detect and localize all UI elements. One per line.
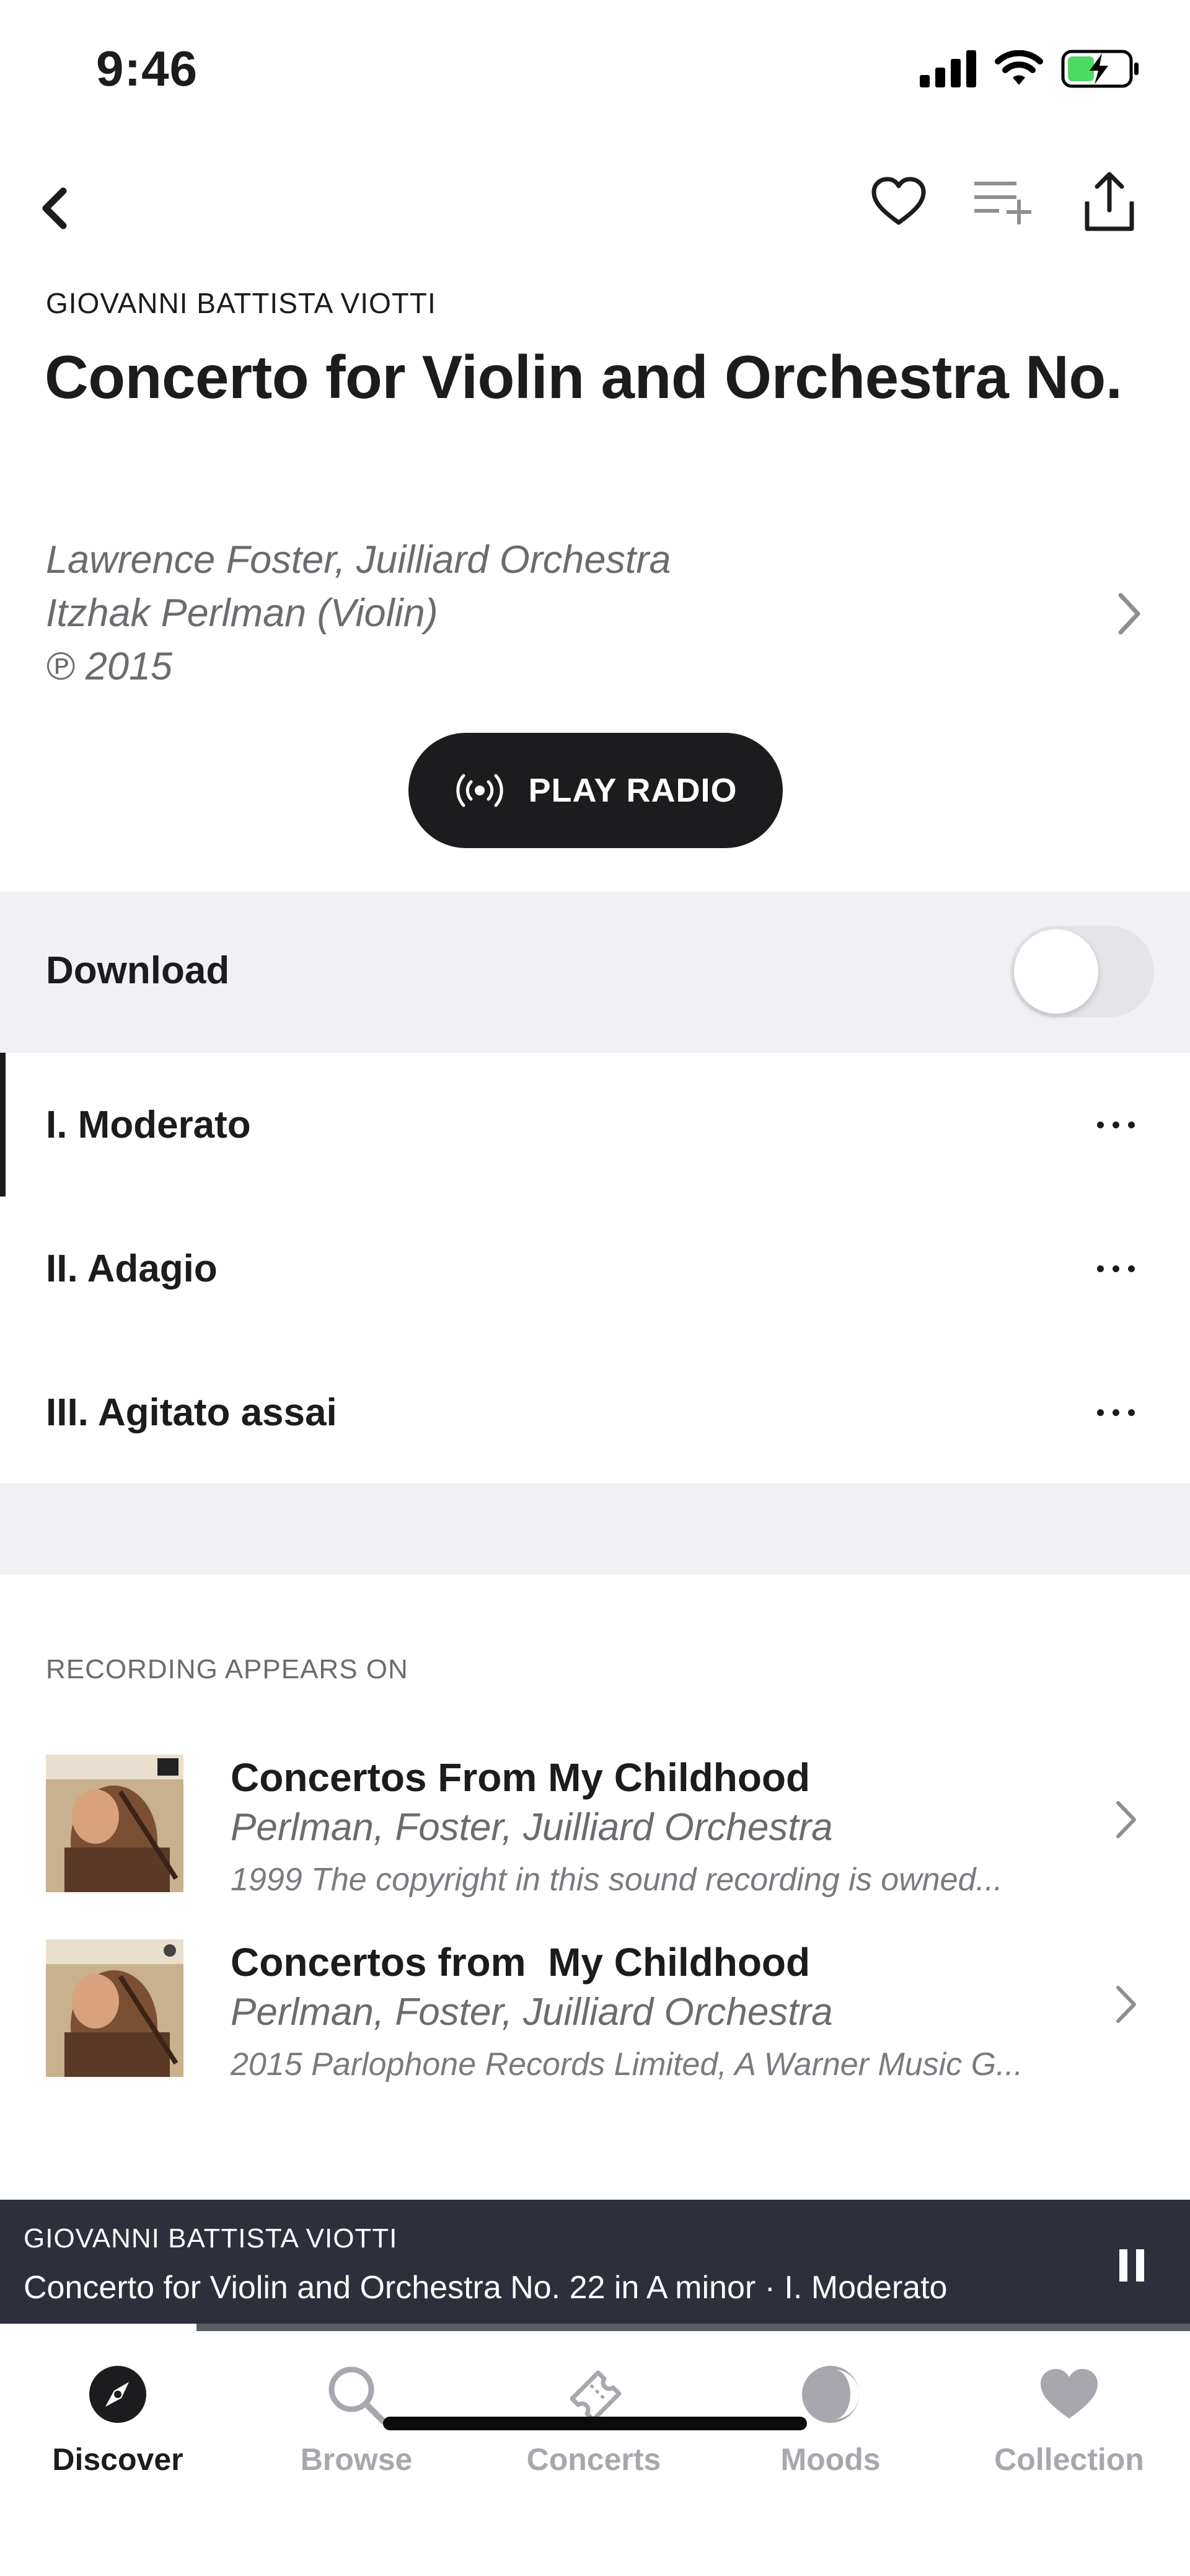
status-time: 9:46 <box>96 41 198 96</box>
header-actions <box>868 167 1140 236</box>
tab-discover[interactable]: Discover <box>25 2357 211 2477</box>
favorite-button[interactable] <box>868 167 930 236</box>
tab-label: Collection <box>994 2442 1144 2477</box>
tab-label: Browse <box>300 2442 413 2477</box>
credits-soloist: Itzhak Perlman (Violin) <box>46 591 438 635</box>
more-icon-dot <box>1127 1121 1135 1128</box>
chevron-right-icon <box>1116 1986 1136 2023</box>
album-title: Concertos From My Childhood <box>231 1755 811 1800</box>
more-icon-dot <box>1112 1121 1119 1128</box>
now-playing-composer: GIOVANNI BATTISTA VIOTTI <box>24 2223 398 2254</box>
back-button[interactable] <box>25 174 81 242</box>
track-title: II. Adagio <box>46 1247 218 1290</box>
credits-chevron-button[interactable] <box>1103 583 1153 645</box>
play-radio-button[interactable]: PLAY RADIO <box>408 733 783 848</box>
more-icon-dot <box>1112 1265 1119 1272</box>
more-icon <box>1096 1265 1104 1272</box>
album-chevron <box>1103 1976 1147 2032</box>
section-divider <box>0 1483 1190 1575</box>
compass-icon <box>81 2357 155 2432</box>
playback-progress-fill <box>0 2324 196 2331</box>
radio-broadcast-icon <box>456 774 504 807</box>
heart-icon <box>871 177 926 225</box>
track-more-button[interactable] <box>1078 1388 1153 1437</box>
album-row[interactable]: Concertos from My Childhood Perlman, Fos… <box>0 1939 1190 2094</box>
album-artists: Perlman, Foster, Juilliard Orchestra <box>231 1991 833 2034</box>
album-cover <box>46 1755 183 1892</box>
track-title: III. Agitato assai <box>46 1391 337 1434</box>
download-label: Download <box>46 949 230 992</box>
tab-label: Discover <box>52 2442 183 2477</box>
section-heading: RECORDING APPEARS ON <box>46 1654 408 1684</box>
chevron-left-icon <box>42 187 67 229</box>
album-row[interactable]: Concertos From My Childhood Perlman, Fos… <box>0 1755 1190 1910</box>
add-to-queue-button[interactable] <box>973 167 1035 236</box>
wifi-icon <box>995 50 1043 85</box>
toggle-knob <box>1014 929 1098 1014</box>
pause-icon <box>1119 2249 1144 2282</box>
battery-charging-icon <box>1061 50 1139 88</box>
credits[interactable]: Lawrence Foster, Juilliard Orchestra Itz… <box>46 533 671 693</box>
tab-label: Concerts <box>526 2442 661 2477</box>
credits-conductor: Lawrence Foster, Juilliard Orchestra <box>46 538 671 582</box>
heart-icon <box>1032 2357 1106 2432</box>
album-cover <box>46 1939 183 2077</box>
album-artists: Perlman, Foster, Juilliard Orchestra <box>231 1806 833 1849</box>
album-cover-image <box>46 1755 183 1892</box>
chevron-right-icon <box>1116 1801 1136 1838</box>
album-cover-image <box>46 1939 183 2077</box>
share-icon <box>1085 172 1134 231</box>
more-icon-dot <box>1112 1409 1119 1416</box>
play-radio-label: PLAY RADIO <box>528 772 738 809</box>
track-more-button[interactable] <box>1078 1244 1153 1293</box>
search-icon <box>319 2357 394 2432</box>
now-playing-bar[interactable]: GIOVANNI BATTISTA VIOTTI Concerto for Vi… <box>0 2200 1190 2331</box>
more-icon-dot <box>1127 1265 1135 1272</box>
status-icons <box>920 50 1140 88</box>
more-icon <box>1096 1121 1104 1128</box>
share-button[interactable] <box>1078 167 1140 236</box>
chevron-right-icon <box>1118 593 1140 635</box>
page-title: Concerto for Violin and Orchestra No. <box>45 343 1122 411</box>
album-copyright: 1999 The copyright in this sound recordi… <box>231 1862 1003 1898</box>
tab-label: Moods <box>780 2442 881 2477</box>
home-indicator[interactable] <box>383 2417 807 2430</box>
track-more-button[interactable] <box>1078 1100 1153 1149</box>
tab-bar: Discover Browse Concerts Moods Collectio… <box>0 2331 1190 2576</box>
credits-year: ℗ 2015 <box>46 645 173 688</box>
tab-collection[interactable]: Collection <box>976 2357 1162 2477</box>
more-icon <box>1096 1409 1104 1416</box>
album-copyright: 2015 Parlophone Records Limited, A Warne… <box>231 2047 1023 2082</box>
pause-button[interactable] <box>1113 2243 1150 2288</box>
download-toggle[interactable] <box>1010 926 1154 1017</box>
track-row[interactable]: I. Moderato <box>0 1053 1190 1197</box>
track-row[interactable]: III. Agitato assai <box>0 1340 1190 1484</box>
playback-progress[interactable] <box>0 2324 1190 2331</box>
album-chevron <box>1103 1792 1147 1848</box>
add-to-queue-icon <box>974 182 1031 224</box>
signal-icon <box>920 50 976 87</box>
track-row[interactable]: II. Adagio <box>0 1197 1190 1340</box>
now-playing-title: Concerto for Violin and Orchestra No. 22… <box>24 2270 948 2306</box>
more-icon-dot <box>1127 1409 1135 1416</box>
album-title: Concertos from My Childhood <box>231 1940 811 1985</box>
composer-name[interactable]: GIOVANNI BATTISTA VIOTTI <box>46 286 436 320</box>
track-title: I. Moderato <box>46 1103 251 1146</box>
